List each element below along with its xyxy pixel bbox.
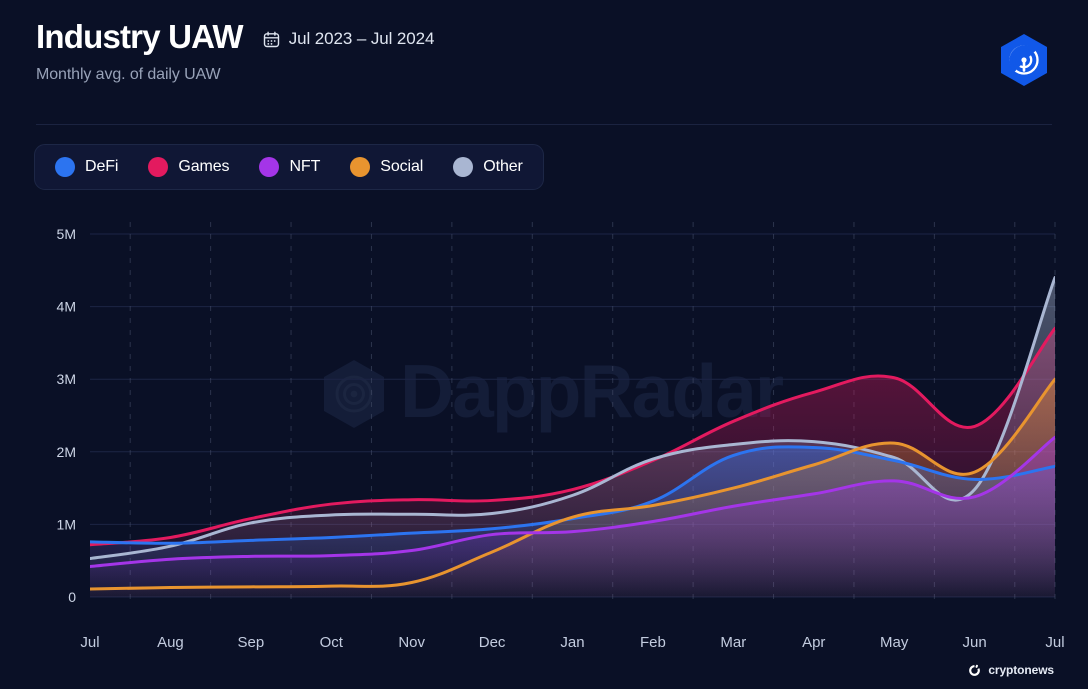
- dappradar-watermark: DappRadar: [324, 349, 786, 433]
- x-tick-label: Apr: [802, 634, 825, 651]
- chart-page: Industry UAW Jul 2023 – Jul 2024 Monthly…: [0, 0, 1088, 689]
- x-tick-label: Jun: [962, 634, 986, 651]
- x-tick-label: Nov: [398, 634, 425, 651]
- cryptonews-icon: [968, 664, 981, 677]
- y-tick-label: 2M: [57, 444, 76, 460]
- y-axis-labels: 0 1M 2M 3M 4M 5M: [57, 226, 77, 605]
- x-tick-label: Aug: [157, 634, 184, 651]
- x-tick-label: Jul: [1045, 634, 1064, 651]
- legend-label-nft: NFT: [289, 158, 321, 175]
- y-tick-label: 0: [68, 589, 76, 605]
- x-tick-label: Jul: [80, 634, 99, 651]
- y-tick-label: 1M: [57, 516, 76, 532]
- series-areas: [90, 277, 1055, 597]
- page-title: Industry UAW: [36, 18, 244, 55]
- footer-attribution: cryptonews: [968, 663, 1054, 677]
- x-tick-label: May: [880, 634, 909, 651]
- legend-label-games: Games: [178, 158, 230, 175]
- legend-dot-defi: [55, 157, 75, 177]
- legend-dot-nft: [259, 157, 280, 177]
- date-range-label: Jul 2023 – Jul 2024: [288, 29, 435, 49]
- legend-label-other: Other: [483, 158, 523, 175]
- legend-label-social: Social: [380, 158, 424, 175]
- legend-item-nft[interactable]: NFT: [259, 157, 320, 177]
- y-tick-label: 5M: [57, 226, 76, 242]
- dappradar-logo-icon: [996, 30, 1052, 90]
- legend-item-other[interactable]: Other: [453, 157, 523, 177]
- watermark-text: DappRadar: [400, 349, 784, 433]
- footer-label: cryptonews: [988, 663, 1054, 677]
- legend-dot-games: [148, 157, 169, 177]
- legend-item-social[interactable]: Social: [350, 157, 423, 177]
- header-divider: [36, 124, 1052, 125]
- chart-area: DappRadar 0 1M 2M 3M 4M 5M Jul Aug Sep Oct Nov Dec…: [0, 212, 1088, 652]
- legend-item-defi[interactable]: DeFi: [55, 157, 118, 177]
- legend-dot-other: [453, 157, 474, 177]
- chart-legend: DeFi Games NFT Social Other: [34, 144, 544, 190]
- uaw-line-chart: DappRadar 0 1M 2M 3M 4M 5M Jul Aug Sep Oct Nov Dec…: [57, 222, 1065, 651]
- page-subtitle: Monthly avg. of daily UAW: [36, 65, 221, 83]
- x-axis-labels: Jul Aug Sep Oct Nov Dec Jan Feb Mar Apr May Jun Jul: [80, 634, 1064, 651]
- title-row: Industry UAW Jul 2023 – Jul 2024: [36, 18, 1052, 56]
- y-tick-label: 3M: [57, 371, 76, 387]
- x-tick-label: Feb: [640, 634, 666, 651]
- x-tick-label: Mar: [720, 634, 746, 651]
- x-tick-label: Oct: [320, 634, 344, 651]
- calendar-icon: [263, 31, 280, 48]
- legend-dot-social: [350, 157, 371, 177]
- chart-header: Industry UAW Jul 2023 – Jul 2024 Monthly…: [36, 18, 1052, 86]
- x-tick-label: Jan: [560, 634, 584, 651]
- x-tick-label: Sep: [237, 634, 264, 651]
- date-range[interactable]: Jul 2023 – Jul 2024: [263, 29, 435, 49]
- x-tick-label: Dec: [479, 634, 506, 651]
- legend-item-games[interactable]: Games: [148, 157, 230, 177]
- y-tick-label: 4M: [57, 299, 76, 315]
- legend-label-defi: DeFi: [85, 158, 119, 175]
